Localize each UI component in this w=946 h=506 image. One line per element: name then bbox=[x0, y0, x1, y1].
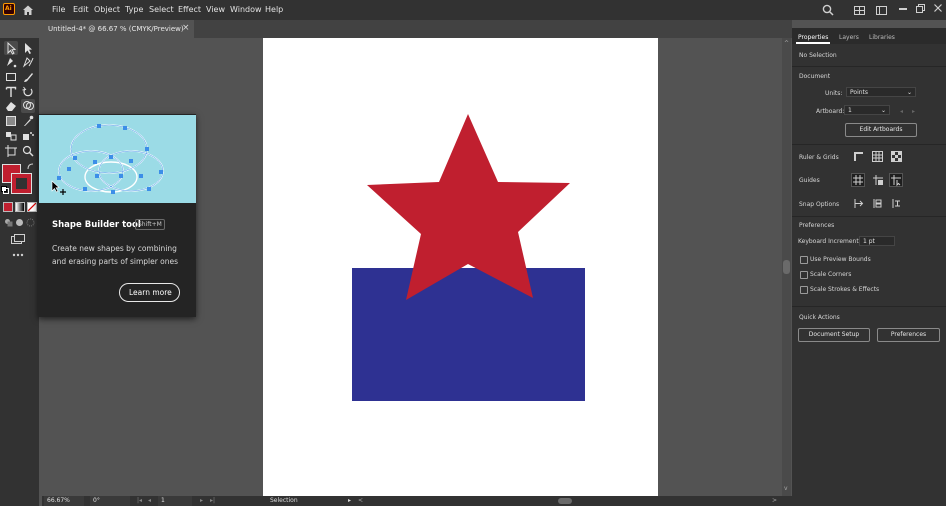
tooltip-title: Shape Builder tool bbox=[52, 220, 141, 230]
artboard-label: Artboard: bbox=[816, 108, 845, 115]
artboard-number-select[interactable]: 1 bbox=[158, 496, 192, 506]
smart-guides-icon[interactable] bbox=[889, 173, 903, 187]
lock-guides-icon[interactable] bbox=[872, 174, 884, 186]
scale-corners-checkbox[interactable] bbox=[800, 271, 808, 279]
grid-icon[interactable] bbox=[872, 151, 883, 162]
use-preview-bounds-label: Use Preview Bounds bbox=[810, 256, 871, 263]
preferences-button[interactable]: Preferences bbox=[877, 328, 940, 342]
status-bar: 66.67% 0° |◂ ◂ 1 ▸ ▸| Selection ▸ < > bbox=[42, 496, 792, 506]
snap-to-point-icon[interactable] bbox=[853, 198, 864, 209]
tab-layers[interactable]: Layers bbox=[839, 34, 859, 41]
units-label: Units: bbox=[825, 90, 843, 97]
preferences-heading: Preferences bbox=[799, 222, 835, 229]
document-setup-button[interactable]: Document Setup bbox=[798, 328, 870, 342]
scale-corners-label: Scale Corners bbox=[810, 271, 852, 278]
chevron-down-icon: ⌄ bbox=[880, 107, 886, 114]
cursor-plus-icon bbox=[51, 180, 69, 198]
units-select[interactable]: Points ⌄ bbox=[846, 87, 916, 97]
show-guides-icon[interactable] bbox=[851, 173, 865, 187]
scale-strokes-checkbox[interactable] bbox=[800, 286, 808, 294]
tooltip-description-line1: Create new shapes by combining bbox=[52, 244, 177, 253]
divider bbox=[792, 216, 946, 217]
transparency-grid-icon[interactable] bbox=[891, 151, 902, 162]
ruler-grids-heading: Ruler & Grids bbox=[799, 154, 839, 161]
next-artboard-icon[interactable]: ▸ bbox=[200, 497, 203, 504]
divider bbox=[792, 306, 946, 307]
learn-more-button[interactable]: Learn more bbox=[119, 283, 180, 302]
tab-properties[interactable]: Properties bbox=[798, 34, 828, 41]
horizontal-scrollbar[interactable]: < > bbox=[358, 497, 778, 505]
keyboard-increment-input[interactable]: 1 pt bbox=[859, 236, 895, 246]
prev-artboard-icon[interactable]: ◂ bbox=[148, 497, 151, 504]
keyboard-increment-label: Keyboard Increment: bbox=[798, 238, 861, 245]
blue-rectangle[interactable] bbox=[352, 268, 585, 401]
first-artboard-icon[interactable]: |◂ bbox=[137, 497, 142, 504]
document-heading: Document bbox=[799, 73, 831, 80]
artboard-select[interactable]: 1 ⌄ bbox=[844, 105, 890, 115]
prev-artboard-arrow[interactable]: ◂ bbox=[900, 108, 903, 115]
rotation-select[interactable]: 0° bbox=[90, 496, 130, 506]
edit-artboards-button[interactable]: Edit Artboards bbox=[845, 123, 917, 137]
properties-panel: Properties Layers Libraries No Selection… bbox=[792, 28, 946, 506]
horizontal-scroll-thumb[interactable] bbox=[558, 498, 572, 504]
guides-heading: Guides bbox=[799, 177, 820, 184]
tool-tip-popup: Shape Builder tool Shift+M Create new sh… bbox=[38, 114, 196, 317]
active-tab-underline bbox=[796, 42, 830, 44]
tooltip-shortcut: Shift+M bbox=[135, 219, 165, 230]
zoom-select[interactable]: 66.67% bbox=[44, 496, 84, 506]
snap-options-heading: Snap Options bbox=[799, 201, 840, 208]
scale-strokes-label: Scale Strokes & Effects bbox=[810, 286, 880, 293]
vertical-scrollbar[interactable]: ^ v bbox=[782, 38, 791, 496]
rulers-icon[interactable] bbox=[853, 151, 864, 162]
tab-libraries[interactable]: Libraries bbox=[869, 34, 895, 41]
divider bbox=[792, 66, 946, 67]
last-artboard-icon[interactable]: ▸| bbox=[210, 497, 215, 504]
scroll-down-arrow[interactable]: v bbox=[784, 485, 788, 492]
chevron-down-icon: ⌄ bbox=[906, 89, 912, 96]
scroll-left-arrow[interactable]: < bbox=[358, 497, 363, 504]
scroll-right-arrow[interactable]: > bbox=[772, 497, 777, 504]
snap-to-glyph-icon[interactable] bbox=[891, 198, 902, 209]
status-tool-label: Selection bbox=[270, 497, 298, 504]
divider bbox=[792, 144, 946, 145]
status-menu-arrow[interactable]: ▸ bbox=[348, 497, 351, 504]
scroll-thumb[interactable] bbox=[783, 260, 790, 274]
tooltip-description-line2: and erasing parts of simpler ones bbox=[52, 257, 179, 266]
selection-status: No Selection bbox=[799, 52, 837, 59]
snap-to-pixel-icon[interactable] bbox=[872, 198, 883, 209]
quick-actions-heading: Quick Actions bbox=[799, 314, 840, 321]
use-preview-bounds-checkbox[interactable] bbox=[800, 256, 808, 264]
scroll-up-arrow[interactable]: ^ bbox=[784, 40, 789, 47]
next-artboard-arrow[interactable]: ▸ bbox=[912, 108, 915, 115]
